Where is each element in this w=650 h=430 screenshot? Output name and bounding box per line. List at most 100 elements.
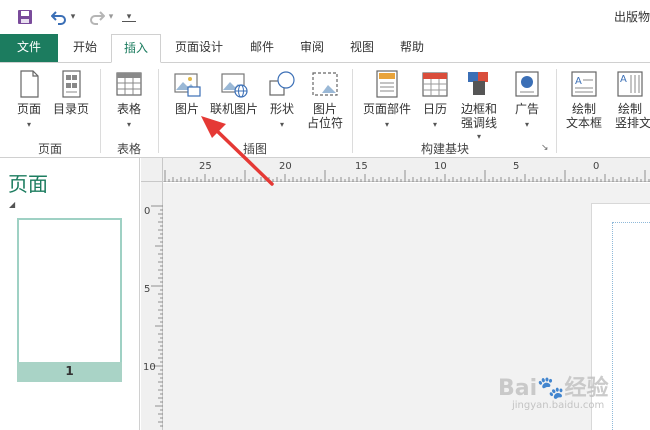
page-parts-label: 页面部件 — [362, 102, 411, 116]
draw-textbox-label-1: 绘制 — [571, 102, 596, 116]
picture-button[interactable]: 图片 — [168, 69, 206, 116]
shapes-label: 形状 — [269, 102, 294, 116]
calendar-button[interactable]: 日历 ▾ — [418, 69, 452, 132]
online-picture-label: 联机图片 — [209, 102, 258, 116]
tab-help[interactable]: 帮助 — [390, 34, 434, 62]
group-pages-label: 页面 — [37, 142, 62, 156]
page-label: 页面 — [16, 102, 41, 116]
borders-accents-label-1: 边框和 — [460, 102, 497, 116]
page-thumbnail[interactable] — [17, 218, 122, 364]
catalog-page-label: 目录页 — [52, 102, 89, 116]
group-illustrations-label: 插图 — [242, 142, 267, 156]
page-icon — [20, 70, 39, 98]
online-picture-button[interactable]: 联机图片 — [208, 69, 260, 116]
calendar-caret: ▾ — [432, 120, 437, 129]
redo-button[interactable] — [86, 6, 108, 28]
quick-access-toolbar: ▾ ▾ ▾ 出版物 — [0, 0, 650, 34]
ruler-corner — [141, 158, 163, 182]
draw-vertical-textbox-label-2: 竖排文本 — [615, 116, 650, 130]
vertical-ruler[interactable]: 0 5 10 — [141, 182, 163, 430]
building-blocks-launcher-icon[interactable]: ↘ — [541, 143, 549, 153]
undo-dropdown[interactable]: ▾ — [68, 6, 78, 28]
picture-icon — [174, 73, 201, 97]
table-label: 表格 — [116, 102, 141, 116]
watermark-url: jingyan.baidu.com — [512, 400, 605, 411]
advertisement-label: 广告 — [514, 102, 539, 116]
shapes-caret: ▾ — [279, 120, 284, 129]
ruler-label: 10 — [434, 161, 447, 172]
picture-placeholder-button[interactable]: 图片 占位符 — [304, 69, 346, 130]
catalog-page-button[interactable]: 目录页 — [51, 69, 91, 116]
borders-accents-button[interactable]: 边框和 强调线 ▾ — [456, 69, 502, 144]
tab-file[interactable]: 文件 — [0, 34, 58, 62]
svg-text:A: A — [620, 74, 627, 85]
ruler-label: 15 — [355, 161, 368, 172]
calendar-label: 日历 — [422, 102, 447, 116]
ruler-label: 0 — [593, 161, 600, 172]
svg-text:A: A — [575, 76, 582, 87]
group-separator — [100, 69, 101, 153]
page-caret: ▾ — [26, 120, 31, 129]
vertical-textbox-icon: A — [617, 71, 643, 97]
redo-icon — [90, 11, 105, 25]
group-separator — [352, 69, 353, 153]
pages-pane-title: 页面 — [8, 172, 48, 196]
horizontal-ruler[interactable]: 25 20 15 10 5 0 — [141, 158, 650, 182]
ruler-label: 0 — [144, 206, 151, 217]
advertisement-button[interactable]: 广告 ▾ — [508, 69, 546, 132]
draw-textbox-button[interactable]: A 绘制 文本框 — [564, 69, 604, 130]
ribbon-tab-bar: 文件 开始 插入 页面设计 邮件 审阅 视图 帮助 — [0, 34, 650, 63]
catalog-page-icon — [62, 70, 81, 98]
watermark-logo: Bai🐾经验 — [498, 376, 609, 401]
page-thumbnail-number[interactable]: 1 — [17, 362, 122, 382]
picture-label: 图片 — [174, 102, 199, 116]
tab-mailings[interactable]: 邮件 — [240, 34, 284, 62]
calendar-icon — [422, 72, 448, 97]
picture-placeholder-label-2: 占位符 — [306, 116, 343, 130]
ruler-label: 5 — [144, 284, 151, 295]
margin-guide — [612, 222, 650, 430]
table-button[interactable]: 表格 ▾ — [111, 69, 147, 132]
save-button[interactable] — [14, 6, 36, 28]
tab-review[interactable]: 审阅 — [290, 34, 334, 62]
ruler-label: 20 — [279, 161, 292, 172]
customize-qat-button[interactable]: ▾ — [122, 12, 136, 22]
draw-textbox-label-2: 文本框 — [565, 116, 602, 130]
group-tables-label: 表格 — [116, 142, 141, 156]
redo-dropdown[interactable]: ▾ — [106, 6, 116, 28]
ruler-label: 25 — [199, 161, 212, 172]
table-caret: ▾ — [126, 120, 131, 129]
page-parts-icon — [376, 70, 398, 98]
group-separator — [158, 69, 159, 153]
group-building-blocks-label: 构建基块 — [420, 142, 469, 156]
ruler-label: 10 — [143, 362, 156, 373]
online-picture-icon — [221, 73, 248, 98]
page-parts-caret: ▾ — [384, 120, 389, 129]
advertisement-icon — [515, 71, 539, 97]
shapes-icon — [269, 71, 295, 96]
undo-icon — [51, 11, 66, 25]
collapse-icon[interactable]: ◢ — [9, 200, 15, 209]
tab-view[interactable]: 视图 — [340, 34, 384, 62]
undo-button[interactable] — [48, 6, 70, 28]
tab-home[interactable]: 开始 — [62, 34, 108, 62]
borders-accents-icon — [468, 72, 488, 95]
ribbon-insert: 页面 ▾ 目录页 页面 表格 ▾ 表格 图片 联机图片 形状 ▾ 图片 占位符 … — [0, 62, 650, 158]
page-parts-button[interactable]: 页面部件 ▾ — [360, 69, 414, 132]
table-icon — [116, 72, 142, 96]
draw-vertical-textbox-label-1: 绘制 — [617, 102, 642, 116]
page-button[interactable]: 页面 ▾ — [12, 69, 46, 132]
shapes-button[interactable]: 形状 ▾ — [265, 69, 299, 132]
advertisement-caret: ▾ — [524, 120, 529, 129]
picture-placeholder-label-1: 图片 — [312, 102, 337, 116]
borders-accents-label-2: 强调线 — [460, 116, 497, 130]
group-separator — [556, 69, 557, 153]
draw-vertical-textbox-button[interactable]: A 绘制 竖排文本 — [610, 69, 650, 130]
tab-insert[interactable]: 插入 — [111, 34, 161, 63]
window-title: 出版物 — [613, 10, 650, 24]
textbox-icon: A — [571, 71, 597, 97]
save-icon — [18, 10, 32, 24]
picture-placeholder-icon — [312, 72, 338, 96]
tab-page-design[interactable]: 页面设计 — [166, 34, 232, 62]
ruler-label: 5 — [513, 161, 520, 172]
